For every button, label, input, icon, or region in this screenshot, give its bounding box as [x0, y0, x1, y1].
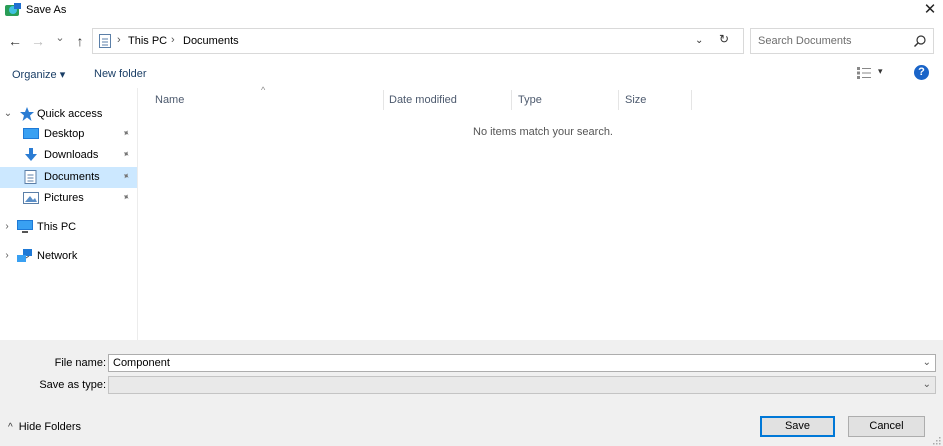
sidebar-item-quick-access[interactable]: ⌄ Quick access — [0, 104, 137, 125]
breadcrumb-documents[interactable]: Documents — [183, 35, 239, 47]
search-input[interactable] — [758, 34, 908, 48]
chevron-up-icon: ^ — [8, 422, 13, 433]
network-icon — [17, 249, 32, 262]
sidebar-item-pictures[interactable]: Pictures ✦ — [0, 188, 137, 209]
column-header-size[interactable]: Size — [625, 94, 646, 106]
window-title: Save As — [26, 4, 67, 16]
address-dropdown-icon[interactable]: ⌄ — [695, 35, 703, 46]
sidebar-item-documents[interactable]: Documents ✦ — [0, 167, 137, 188]
sidebar-item-this-pc[interactable]: › This PC — [0, 217, 137, 238]
up-button[interactable]: ↑ — [72, 32, 88, 50]
file-name-field[interactable]: Component ⌄ — [108, 354, 936, 372]
sidebar-item-desktop[interactable]: Desktop ✦ — [0, 124, 137, 145]
hide-folders-button[interactable]: ^ Hide Folders — [8, 421, 81, 433]
save-as-type-label: Save as type: — [39, 379, 106, 391]
save-as-type-select[interactable]: ⌄ — [108, 376, 936, 394]
collapse-icon[interactable]: › — [2, 250, 12, 261]
file-name-dropdown-icon[interactable]: ⌄ — [923, 357, 931, 368]
empty-folder-message: No items match your search. — [473, 126, 613, 138]
help-icon[interactable]: ? — [914, 65, 929, 80]
document-icon — [99, 34, 111, 48]
pin-icon: ✦ — [120, 190, 133, 204]
save-button[interactable]: Save — [760, 416, 835, 437]
toolbar: Organize ▾ New folder ▾ ? — [0, 62, 943, 88]
pin-icon: ✦ — [120, 169, 133, 183]
column-divider[interactable] — [383, 90, 384, 110]
save-as-type-dropdown-icon[interactable]: ⌄ — [923, 379, 931, 390]
sidebar-item-label: Quick access — [37, 108, 103, 120]
forward-button[interactable]: → — [30, 32, 46, 50]
address-bar[interactable]: › This PC › Documents ⌄ — [92, 28, 744, 54]
new-folder-button[interactable]: New folder — [94, 68, 147, 80]
recent-locations-button[interactable]: ⌄ — [52, 29, 68, 47]
column-divider[interactable] — [618, 90, 619, 110]
pin-icon: ✦ — [120, 126, 133, 140]
sidebar-item-downloads[interactable]: Downloads ✦ — [0, 145, 137, 166]
pin-icon: ✦ — [120, 147, 133, 161]
file-name-label: File name: — [54, 357, 106, 369]
expand-icon[interactable]: ⌄ — [3, 108, 13, 119]
desktop-icon — [23, 128, 39, 139]
collapse-icon[interactable]: › — [2, 221, 12, 232]
column-header-type[interactable]: Type — [518, 94, 542, 106]
pictures-icon — [23, 192, 39, 204]
breadcrumb-separator: › — [117, 34, 121, 46]
column-header-name[interactable]: Name — [155, 94, 184, 106]
star-icon — [20, 107, 34, 121]
back-button[interactable]: ← — [7, 32, 23, 50]
view-dropdown-icon[interactable]: ▾ — [878, 66, 883, 77]
sidebar-item-network[interactable]: › Network — [0, 246, 137, 267]
sidebar-item-label: This PC — [37, 221, 77, 233]
breadcrumb-this-pc[interactable]: This PC — [128, 35, 167, 47]
downloads-icon — [25, 148, 37, 161]
refresh-button[interactable]: ↻ — [719, 32, 729, 46]
cancel-button[interactable]: Cancel — [848, 416, 925, 437]
title-bar: Save As ✕ — [0, 0, 943, 22]
computer-icon — [17, 220, 33, 233]
column-divider[interactable] — [691, 90, 692, 110]
sidebar-item-label: Desktop — [44, 128, 85, 140]
search-icon[interactable] — [913, 34, 927, 48]
navigation-pane: ⌄ Quick access Desktop ✦ Downloads ✦ Doc… — [0, 88, 138, 340]
sort-indicator-icon: ^ — [261, 85, 266, 95]
sidebar-item-label: Documents — [44, 171, 100, 183]
search-box — [750, 28, 934, 54]
app-icon — [5, 3, 21, 16]
column-divider[interactable] — [511, 90, 512, 110]
close-button[interactable]: ✕ — [920, 1, 940, 19]
sidebar-item-label: Pictures — [44, 192, 84, 204]
documents-icon — [24, 170, 37, 184]
breadcrumb-separator: › — [171, 34, 175, 46]
organize-menu[interactable]: Organize ▾ — [12, 68, 65, 81]
view-options-icon[interactable] — [857, 67, 871, 79]
file-name-value[interactable]: Component — [113, 357, 170, 369]
column-header-date-modified[interactable]: Date modified — [389, 94, 457, 106]
resize-grip-icon[interactable] — [932, 436, 941, 445]
hide-folders-label: Hide Folders — [18, 421, 82, 433]
sidebar-item-label: Downloads — [44, 149, 99, 161]
sidebar-item-label: Network — [37, 250, 78, 262]
